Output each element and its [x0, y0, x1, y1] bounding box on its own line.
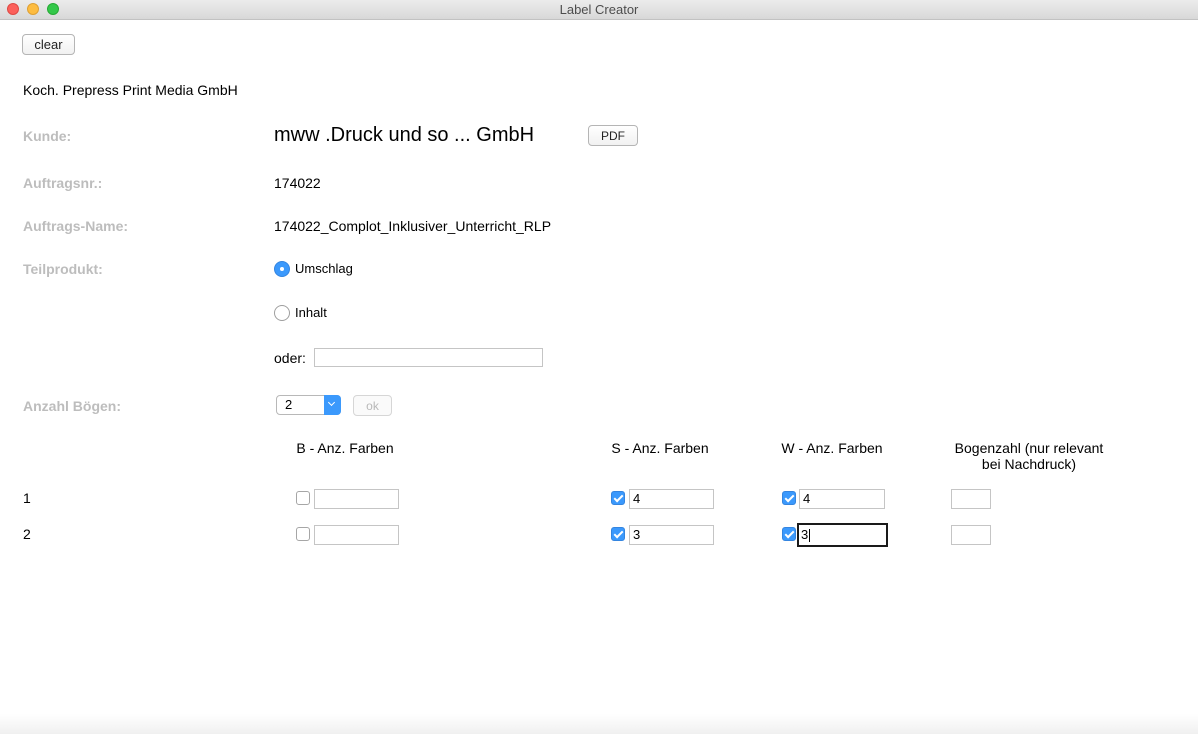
kunde-value: mww .Druck und so ... GmbH — [274, 124, 535, 146]
kunde-label: Kunde: — [23, 128, 72, 144]
chevron-down-icon — [324, 395, 341, 415]
ok-button[interactable]: ok — [353, 395, 392, 416]
oder-label: oder: — [274, 350, 306, 366]
auftragsnr-label: Auftragsnr.: — [23, 175, 103, 191]
row-2-s-checkbox[interactable] — [611, 527, 625, 541]
company-name: Koch. Prepress Print Media GmbH — [23, 82, 238, 98]
auftragsname-label: Auftrags-Name: — [23, 218, 129, 234]
umschlag-radio-label[interactable]: Umschlag — [295, 261, 353, 276]
pdf-button[interactable]: PDF — [588, 125, 638, 146]
title-bar: Label Creator — [0, 0, 1198, 20]
anzahl-boegen-label: Anzahl Bögen: — [23, 398, 121, 414]
window-title: Label Creator — [559, 2, 639, 17]
row-2-index: 2 — [23, 526, 31, 542]
row-1-bogenzahl-input[interactable] — [951, 489, 991, 509]
auftragsname-value: 174022_Complot_Inklusiver_Unterricht_RLP — [274, 218, 552, 234]
row-1-w-input[interactable]: 4 — [799, 489, 885, 509]
row-2-w-input-value: 3 — [801, 527, 809, 542]
header-s-farben: S - Anz. Farben — [611, 440, 709, 456]
inhalt-radio[interactable] — [274, 305, 290, 321]
auftragsnr-value: 174022 — [274, 175, 321, 191]
oder-input[interactable] — [314, 348, 543, 367]
anzahl-boegen-value: 2 — [285, 397, 293, 412]
header-bogenzahl-line2: bei Nachdruck) — [981, 456, 1077, 472]
row-2-bogenzahl-input[interactable] — [951, 525, 991, 545]
text-caret — [809, 529, 811, 543]
header-bogenzahl: Bogenzahl (nur relevant bei Nachdruck) — [934, 440, 1124, 472]
clear-button[interactable]: clear — [22, 34, 75, 55]
row-1-b-input[interactable] — [314, 489, 399, 509]
anzahl-boegen-select[interactable]: 2 — [276, 395, 341, 415]
row-2-b-checkbox[interactable] — [296, 527, 310, 541]
row-2-b-input[interactable] — [314, 525, 399, 545]
inhalt-radio-label[interactable]: Inhalt — [295, 305, 327, 320]
row-1-index: 1 — [23, 490, 31, 506]
row-2-s-input[interactable]: 3 — [629, 525, 714, 545]
row-2-w-input[interactable]: 3 — [797, 523, 888, 547]
teilprodukt-label: Teilprodukt: — [23, 261, 103, 277]
umschlag-radio[interactable] — [274, 261, 290, 277]
row-1-w-checkbox[interactable] — [782, 491, 796, 505]
header-bogenzahl-line1: Bogenzahl (nur relevant — [954, 440, 1104, 456]
header-b-farben: B - Anz. Farben — [296, 440, 394, 456]
row-1-b-checkbox[interactable] — [296, 491, 310, 505]
row-2-w-checkbox[interactable] — [782, 527, 796, 541]
window-bottom-shadow — [0, 714, 1198, 734]
row-1-s-input[interactable]: 4 — [629, 489, 714, 509]
header-w-farben: W - Anz. Farben — [781, 440, 883, 456]
row-1-s-checkbox[interactable] — [611, 491, 625, 505]
